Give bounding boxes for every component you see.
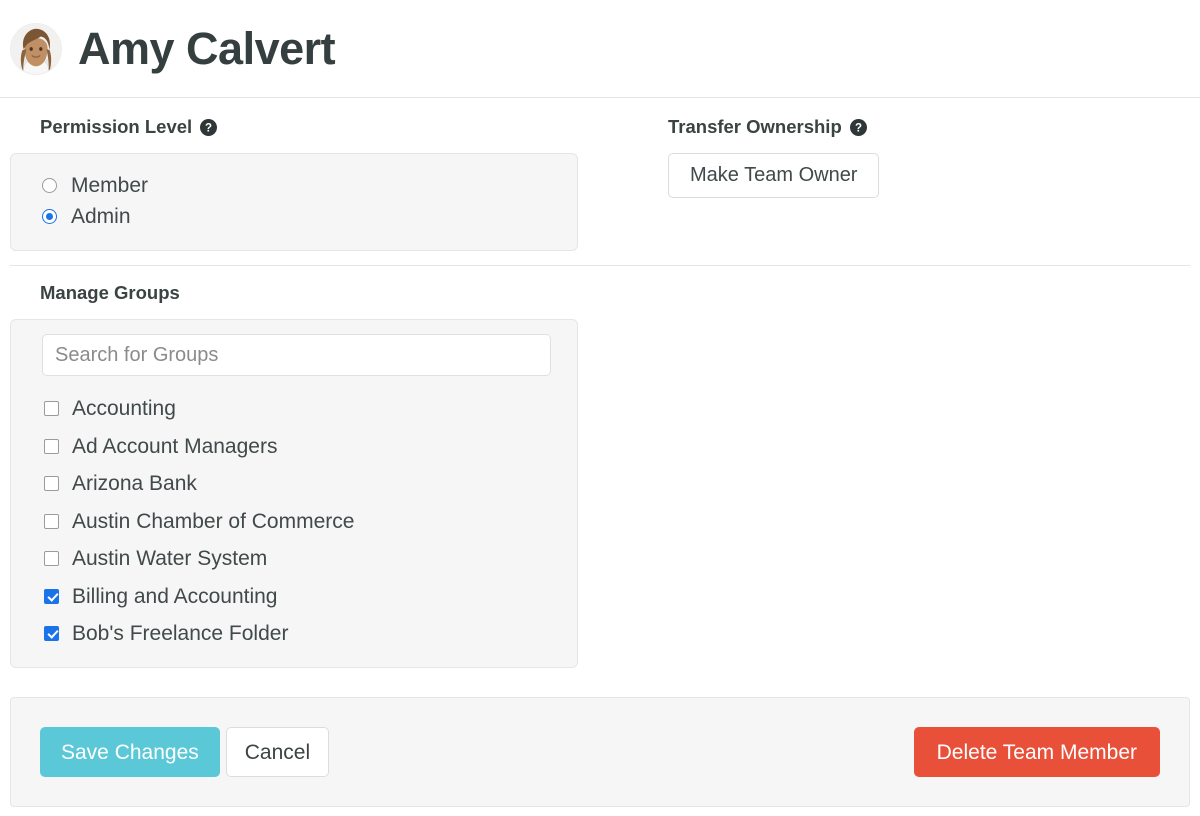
page-header: Amy Calvert	[0, 0, 1200, 98]
transfer-ownership-label: Transfer Ownership	[668, 116, 842, 137]
group-list-item[interactable]: Ad Account Managers	[11, 428, 577, 466]
permission-option-admin[interactable]: Admin	[11, 201, 577, 232]
svg-text:?: ?	[855, 122, 862, 134]
make-team-owner-button[interactable]: Make Team Owner	[668, 152, 880, 198]
save-changes-button[interactable]: Save Changes	[40, 727, 220, 777]
permission-level-heading: Permission Level ?	[40, 116, 655, 137]
group-list-item[interactable]: Arizona Bank	[11, 465, 577, 503]
group-label: Austin Chamber of Commerce	[72, 509, 355, 533]
group-checkbox[interactable]	[44, 476, 59, 492]
group-checkbox[interactable]	[44, 626, 59, 642]
manage-groups-label: Manage Groups	[40, 281, 180, 303]
transfer-ownership-heading: Transfer Ownership ?	[668, 116, 1190, 137]
group-label: Austin Water System	[72, 547, 268, 571]
group-label: Bob's Freelance Folder	[72, 622, 289, 646]
group-label: Arizona Bank	[72, 472, 197, 496]
group-list-item[interactable]: Accounting	[11, 390, 577, 428]
permission-option-label: Member	[71, 173, 149, 197]
group-label: Billing and Accounting	[72, 584, 278, 608]
footer-primary-actions: Save Changes Cancel	[40, 727, 330, 777]
svg-text:?: ?	[205, 122, 212, 134]
permission-option-label: Admin	[71, 204, 131, 228]
search-groups-input[interactable]	[42, 334, 551, 376]
page-title: Amy Calvert	[78, 23, 336, 74]
manage-groups-panel: Accounting Ad Account Managers Arizona B…	[10, 319, 578, 668]
help-circle-icon[interactable]: ?	[849, 118, 867, 136]
footer-destructive-actions: Delete Team Member	[913, 727, 1160, 777]
group-list-item[interactable]: Austin Chamber of Commerce	[11, 503, 577, 541]
avatar	[10, 22, 62, 75]
permission-option-member[interactable]: Member	[11, 170, 577, 201]
permission-level-section: Permission Level ? Member Admin	[10, 116, 655, 251]
group-checkbox[interactable]	[44, 551, 59, 567]
permission-level-label: Permission Level	[40, 116, 193, 137]
cancel-button[interactable]: Cancel	[225, 727, 330, 777]
team-member-settings-page: Amy Calvert Permission Level ? Member Ad…	[0, 0, 1200, 816]
settings-columns: Permission Level ? Member Admin Transfer…	[10, 98, 1190, 266]
group-label: Accounting	[72, 397, 176, 421]
group-list-item[interactable]: Austin Water System	[11, 540, 577, 578]
action-footer: Save Changes Cancel Delete Team Member	[10, 697, 1190, 807]
group-list-item[interactable]: Bob's Freelance Folder	[11, 615, 577, 653]
group-checkbox[interactable]	[44, 401, 59, 417]
group-label: Ad Account Managers	[72, 434, 278, 458]
radio-member[interactable]	[42, 177, 57, 193]
group-list-item[interactable]: Billing and Accounting	[11, 578, 577, 616]
group-checkbox[interactable]	[44, 588, 59, 604]
delete-team-member-button[interactable]: Delete Team Member	[913, 727, 1160, 777]
manage-groups-section: Manage Groups Accounting Ad Account Mana…	[10, 266, 1190, 668]
group-checkbox[interactable]	[44, 438, 59, 454]
group-checkbox[interactable]	[44, 513, 59, 529]
manage-groups-heading: Manage Groups	[40, 281, 1190, 303]
help-circle-icon[interactable]: ?	[200, 118, 218, 136]
radio-admin[interactable]	[42, 208, 57, 224]
transfer-ownership-section: Transfer Ownership ? Make Team Owner	[655, 116, 1190, 251]
permission-level-panel: Member Admin	[10, 152, 578, 251]
